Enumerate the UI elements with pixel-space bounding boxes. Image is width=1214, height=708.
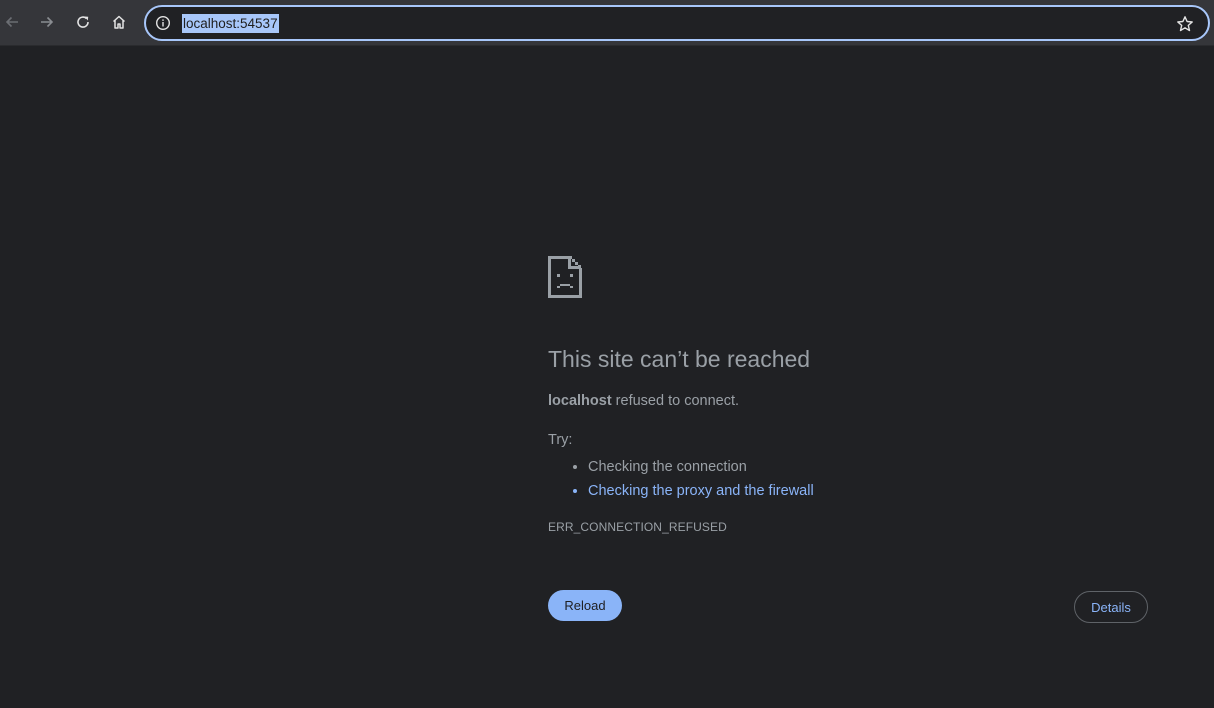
info-icon[interactable] [154, 14, 172, 32]
address-bar[interactable]: localhost:54537 [144, 5, 1210, 41]
reload-button[interactable]: Reload [548, 590, 622, 621]
page-title: This site can’t be reached [548, 346, 811, 372]
home-icon [111, 14, 127, 30]
url-text[interactable]: localhost:54537 [182, 14, 279, 33]
forward-button[interactable] [32, 7, 62, 37]
details-button[interactable]: Details [1074, 591, 1148, 623]
browser-toolbar: localhost:54537 [0, 0, 1214, 46]
suggestion-check-proxy-firewall-link[interactable]: Checking the proxy and the firewall [588, 479, 814, 503]
error-detail: localhost refused to connect. [548, 393, 739, 409]
arrow-left-icon [4, 14, 20, 30]
error-code: ERR_CONNECTION_REFUSED [548, 520, 727, 534]
back-button[interactable] [0, 7, 27, 37]
home-button[interactable] [104, 7, 134, 37]
reload-toolbar-button[interactable] [68, 7, 98, 37]
arrow-right-icon [39, 14, 55, 30]
suggestion-check-connection: Checking the connection [588, 455, 814, 479]
suggestions-list: Checking the connection Checking the pro… [548, 455, 814, 503]
reload-icon [75, 14, 91, 30]
try-label: Try: [548, 432, 573, 448]
error-host: localhost [548, 393, 612, 409]
sad-page-icon [548, 254, 582, 303]
star-icon[interactable] [1174, 13, 1196, 35]
error-detail-text: refused to connect. [611, 393, 740, 409]
